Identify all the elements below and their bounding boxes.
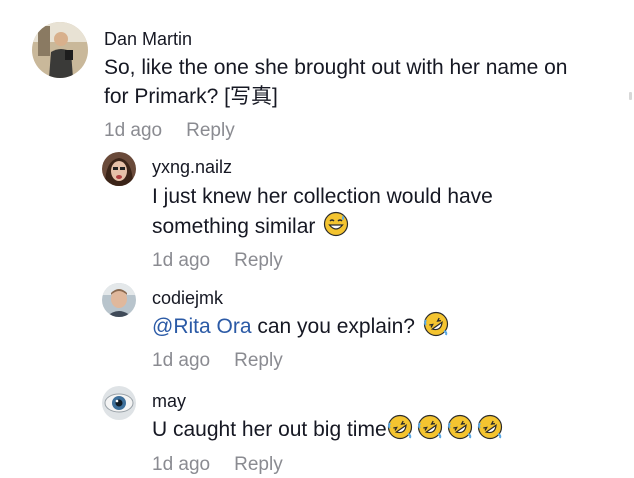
reply-button[interactable]: Reply bbox=[234, 454, 283, 475]
comment-thread: Dan Martin So, like the one she brought … bbox=[0, 0, 634, 478]
comment-text: U caught her out big time bbox=[152, 418, 387, 441]
rolling-laughing-emoji-icon bbox=[417, 414, 443, 440]
comment-meta: 1d ago Reply bbox=[152, 454, 283, 476]
rolling-laughing-emoji-icon bbox=[387, 414, 413, 440]
emoji-group bbox=[387, 414, 503, 441]
comment-text-line-with-emoji: U caught her out big time bbox=[152, 414, 503, 444]
comment-may: may U caught her out big time 1d ago Rep… bbox=[0, 0, 634, 478]
rolling-laughing-emoji-icon bbox=[477, 414, 503, 440]
comment-timestamp: 1d ago bbox=[152, 454, 211, 475]
comment-username[interactable]: may bbox=[152, 391, 186, 412]
user-avatar[interactable] bbox=[102, 386, 136, 420]
rolling-laughing-emoji-icon bbox=[447, 414, 473, 440]
